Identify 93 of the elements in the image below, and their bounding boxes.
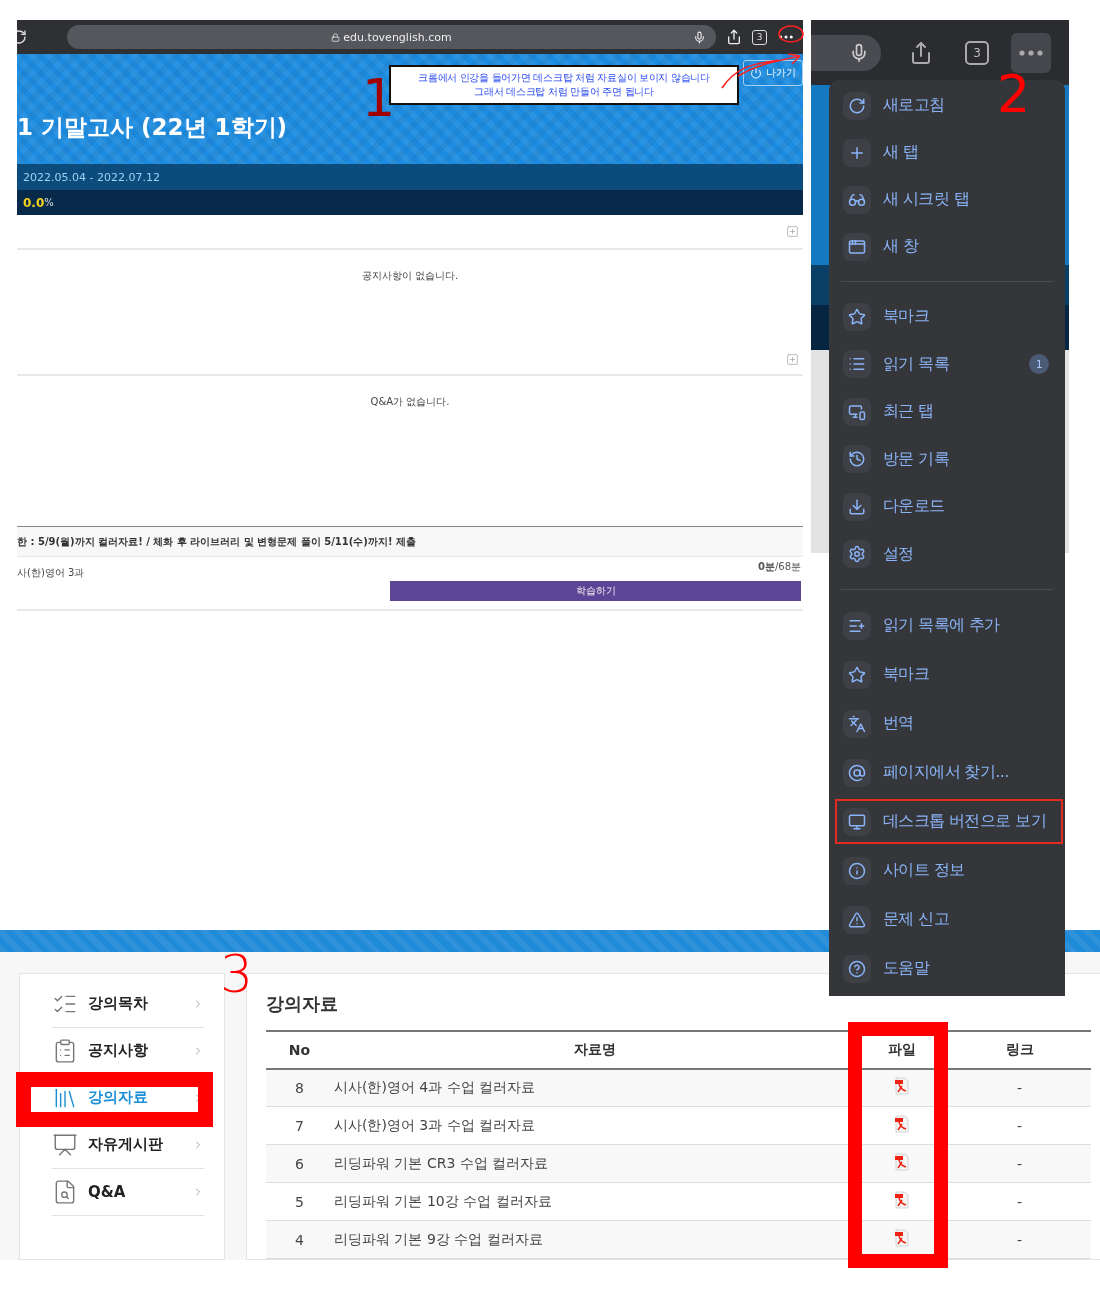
lesson-time: 0분/68분 bbox=[757, 560, 801, 574]
translate-icon bbox=[843, 709, 871, 738]
table-cell: 리딩파워 기본 10강 수업 컬러자료 bbox=[333, 1182, 856, 1221]
menu-item[interactable]: 새로고침 bbox=[841, 82, 945, 129]
power-icon bbox=[750, 67, 762, 79]
section-title: 강의자료 bbox=[266, 991, 339, 1016]
pdf-icon[interactable] bbox=[893, 1191, 911, 1209]
column-header: No bbox=[266, 1030, 333, 1069]
menu-item[interactable]: 다운로드 bbox=[841, 483, 945, 531]
table-cell: 시사(한)영어 3과 수업 컬러자료 bbox=[333, 1106, 856, 1145]
list-icon bbox=[843, 350, 871, 379]
study-button[interactable]: 학습하기 bbox=[390, 581, 801, 601]
menu-item[interactable]: 페이지에서 찾기... bbox=[841, 748, 1009, 797]
table-cell: - bbox=[948, 1144, 1091, 1183]
count-badge: 1 bbox=[1029, 354, 1049, 375]
menu-item[interactable]: 새 탭 bbox=[841, 129, 919, 176]
pdf-icon[interactable] bbox=[893, 1153, 911, 1171]
menu-item[interactable]: 사이트 정보 bbox=[841, 846, 965, 895]
annotation-number: 1 bbox=[362, 72, 396, 124]
progress-unit: % bbox=[44, 197, 54, 208]
history-icon bbox=[843, 445, 871, 474]
address-bar[interactable]: edu.tovenglish.com bbox=[67, 25, 716, 49]
course-title: 1 기말고사 (22년 1학기) bbox=[17, 112, 288, 142]
menu-item[interactable]: 문제 신고 bbox=[841, 895, 950, 944]
course-period: 2022.05.04 - 2022.07.12 bbox=[23, 170, 160, 184]
menu-item[interactable]: 새 시크릿 탭 bbox=[841, 176, 969, 223]
sidebar-item[interactable]: 자유게시판 bbox=[52, 1121, 204, 1169]
help-icon bbox=[843, 954, 871, 983]
empty-notice-text: 공지사항이 없습니다. bbox=[361, 270, 459, 281]
mic-icon[interactable] bbox=[693, 30, 706, 44]
warning-icon bbox=[843, 905, 871, 934]
table-cell: - bbox=[948, 1068, 1091, 1107]
more-button[interactable] bbox=[1011, 32, 1051, 73]
table-cell: 시사(한)영어 4과 수업 컬러자료 bbox=[333, 1068, 856, 1107]
sidebar-item[interactable]: Q&A bbox=[52, 1168, 204, 1216]
share-icon[interactable] bbox=[909, 40, 933, 65]
table-cell: 5 bbox=[266, 1182, 333, 1221]
menu-item[interactable]: 북마크 bbox=[841, 650, 930, 699]
annotation-number: 2 bbox=[997, 68, 1031, 120]
refresh-icon bbox=[843, 91, 871, 120]
pdf-icon[interactable] bbox=[893, 1077, 911, 1096]
table-cell: - bbox=[948, 1220, 1091, 1259]
lock-icon bbox=[331, 32, 341, 42]
menu-item[interactable]: 새 창 bbox=[841, 223, 919, 270]
empty-qna-text: Q&A가 없습니다. bbox=[370, 396, 450, 407]
more-icon bbox=[1019, 49, 1043, 56]
annotation-number: 3 bbox=[220, 948, 254, 1000]
settings-icon bbox=[843, 540, 871, 569]
callout-text: 크롬에서 인강을 들어가면 데스크탑 처럼 자료실이 보이지 않습니다 bbox=[417, 71, 711, 85]
plus-icon bbox=[843, 138, 871, 167]
star-icon bbox=[843, 660, 871, 689]
callout-text: 그래서 데스크탑 처럼 만들어 주면 됩니다 bbox=[473, 85, 655, 99]
table-cell: - bbox=[948, 1182, 1091, 1221]
at-sign-icon bbox=[843, 758, 871, 787]
table-cell: 6 bbox=[266, 1144, 333, 1183]
exit-button[interactable]: 나가기 bbox=[743, 60, 803, 86]
table-cell: 7 bbox=[266, 1106, 333, 1145]
table-cell: 리딩파워 기본 CR3 수업 컬러자료 bbox=[333, 1144, 856, 1183]
progress-value: 0.0 bbox=[23, 195, 45, 210]
lesson-name: 사(한)영어 3과 bbox=[17, 566, 85, 580]
monitor-icon bbox=[843, 807, 871, 836]
sidebar-item[interactable]: 강의목차 bbox=[52, 980, 204, 1028]
menu-item[interactable]: 도움말 bbox=[841, 944, 930, 993]
tab-count[interactable]: 3 bbox=[752, 29, 767, 45]
star-icon bbox=[843, 302, 871, 331]
column-header: 자료명 bbox=[333, 1030, 856, 1069]
menu-item[interactable]: 설정 bbox=[841, 530, 914, 578]
sidebar-item[interactable]: 공지사항 bbox=[52, 1027, 204, 1075]
glasses-icon bbox=[843, 185, 871, 214]
download-icon bbox=[843, 492, 871, 521]
sidebar-item[interactable]: 강의자료 bbox=[52, 1074, 204, 1122]
menu-item[interactable]: 방문 기록 bbox=[841, 435, 950, 483]
pdf-icon[interactable] bbox=[893, 1229, 911, 1247]
add-list-icon bbox=[843, 611, 871, 640]
menu-item[interactable]: 북마크 bbox=[841, 293, 930, 341]
address-bar[interactable] bbox=[811, 34, 881, 71]
table-cell: - bbox=[948, 1106, 1091, 1145]
info-icon bbox=[843, 856, 871, 885]
share-icon[interactable] bbox=[726, 29, 742, 45]
menu-item[interactable]: 최근 탭 bbox=[841, 388, 934, 436]
lesson-notice: 한 : 5/9(월)까지 컬러자료! / 체화 후 라이브러리 및 변형문제 풀이 5/11(수)까지! 제출 bbox=[17, 534, 416, 549]
menu-item[interactable]: 번역 bbox=[841, 699, 914, 748]
table-cell: 리딩파워 기본 9강 수업 컬러자료 bbox=[333, 1220, 856, 1259]
pdf-icon[interactable] bbox=[893, 1115, 911, 1133]
table-cell: 8 bbox=[266, 1068, 333, 1107]
tab-count[interactable]: 3 bbox=[965, 40, 989, 65]
menu-item[interactable]: 데스크톱 버전으로 보기 bbox=[841, 797, 1046, 846]
menu-item[interactable]: 읽기 목록 1 bbox=[841, 340, 1053, 388]
window-icon bbox=[843, 232, 871, 261]
devices-icon bbox=[843, 397, 871, 426]
menu-item[interactable]: 읽기 목록에 추가 bbox=[841, 601, 1000, 650]
column-header: 링크 bbox=[948, 1030, 1091, 1069]
table-cell: 4 bbox=[266, 1220, 333, 1259]
